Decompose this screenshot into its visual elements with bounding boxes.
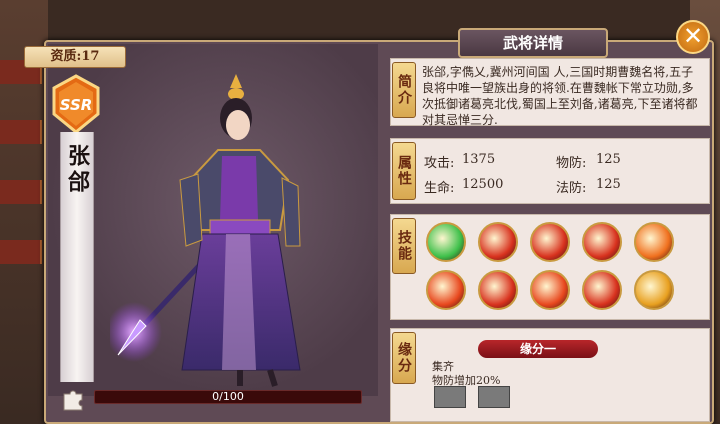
hero-figure bbox=[110, 74, 301, 387]
flame-swirl-skill-icon[interactable] bbox=[634, 222, 674, 262]
fire-orb-skill-icon[interactable] bbox=[582, 270, 622, 310]
fate-hero-portrait[interactable] bbox=[434, 386, 466, 408]
red-claw-skill-icon[interactable] bbox=[478, 222, 518, 262]
shard-progress-bar: 0/100 bbox=[94, 390, 362, 404]
red-blade-skill-icon[interactable] bbox=[530, 222, 570, 262]
fate-label: 缘分 bbox=[392, 332, 416, 384]
bio-label: 简介 bbox=[392, 62, 416, 118]
close-icon: ✕ bbox=[682, 22, 704, 50]
side-tab bbox=[0, 240, 42, 264]
skill-label: 技能 bbox=[392, 218, 416, 274]
fate-title: 缘分一 bbox=[478, 340, 598, 358]
hero-name-strip: 张郃 bbox=[60, 132, 94, 382]
phys-def-label: 物防: bbox=[556, 156, 587, 171]
rank-text: SSR bbox=[60, 96, 93, 114]
mag-def-label: 法防: bbox=[556, 181, 587, 196]
attack-value: 1375 bbox=[462, 152, 496, 167]
attack-label: 攻击: bbox=[424, 156, 455, 171]
hp-value: 12500 bbox=[462, 177, 504, 192]
fire-burst-skill-icon[interactable] bbox=[426, 270, 466, 310]
progress-text: 0/100 bbox=[212, 390, 244, 403]
attribute-label: 属性 bbox=[392, 142, 416, 200]
hero-name: 张郃 bbox=[64, 144, 90, 196]
flame-crown-skill-icon[interactable] bbox=[530, 270, 570, 310]
golden-blade-skill-icon[interactable] bbox=[634, 270, 674, 310]
side-tab bbox=[0, 180, 42, 204]
twin-blade-skill-icon[interactable] bbox=[478, 270, 518, 310]
phys-def-value: 125 bbox=[596, 152, 621, 167]
close-button[interactable]: ✕ bbox=[676, 20, 710, 54]
puzzle-piece-icon[interactable] bbox=[60, 386, 86, 412]
hp-label: 生命: bbox=[424, 181, 455, 196]
window-title: 武将详情 bbox=[458, 28, 608, 58]
green-slash-skill-icon[interactable] bbox=[426, 222, 466, 262]
fate-hero-portrait[interactable] bbox=[478, 386, 510, 408]
aptitude-tag: 资质:17 bbox=[24, 46, 126, 68]
side-tab bbox=[0, 120, 42, 144]
red-cross-skill-icon[interactable] bbox=[582, 222, 622, 262]
ssr-rank-badge: SSR bbox=[52, 74, 100, 134]
mag-def-value: 125 bbox=[596, 177, 621, 192]
bio-text: 张郃,字儁乂,冀州河间国 人,三国时期曹魏名将,五子良将中唯一望族出身的将领.在… bbox=[422, 65, 698, 127]
